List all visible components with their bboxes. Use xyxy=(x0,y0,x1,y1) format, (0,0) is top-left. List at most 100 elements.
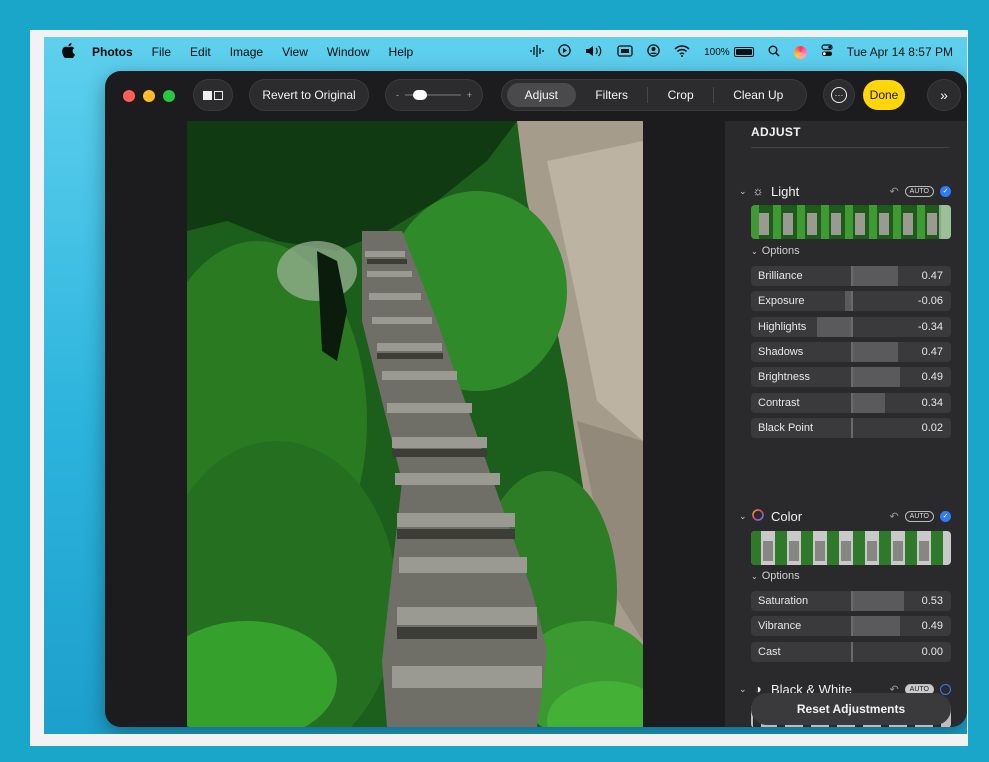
slider-center-line xyxy=(851,616,853,637)
slider-value: 0.53 xyxy=(921,595,943,607)
slider-fill xyxy=(817,316,851,337)
slider-value: 0.47 xyxy=(921,270,943,282)
compare-toggle-button[interactable] xyxy=(193,79,233,111)
bw-enabled-toggle-icon[interactable] xyxy=(940,683,951,695)
zoom-slider[interactable]: - + xyxy=(385,79,483,111)
control-center-icon[interactable] xyxy=(821,44,833,60)
color-auto-button[interactable]: AUTO xyxy=(904,510,934,522)
light-slider-shadows[interactable]: Shadows 0.47 xyxy=(751,341,951,362)
reset-adjustments-button[interactable]: Reset Adjustments xyxy=(751,693,951,725)
color-enabled-checkmark-icon[interactable]: ✓ xyxy=(940,510,951,522)
menu-bar: Photos File Edit Image View Window Help xyxy=(44,37,967,67)
tab-divider xyxy=(712,87,714,103)
light-options-toggle[interactable]: ⌄ Options xyxy=(751,245,800,257)
light-slider-contrast[interactable]: Contrast 0.34 xyxy=(751,392,951,413)
toggle-sidebar-button[interactable]: » xyxy=(927,79,961,111)
color-wheel-icon xyxy=(751,508,765,524)
before-square-icon xyxy=(203,90,212,100)
slider-center-line xyxy=(851,266,853,286)
color-slider-saturation[interactable]: Saturation 0.53 xyxy=(751,591,951,611)
slider-fill xyxy=(851,591,904,611)
menu-help[interactable]: Help xyxy=(389,45,414,59)
chevron-down-icon: ⌄ xyxy=(751,247,758,256)
slider-value: 0.00 xyxy=(921,645,943,658)
toolbar: Revert to Original - + Adjust Filters Cr… xyxy=(105,71,967,121)
light-slider-black-point[interactable]: Black Point 0.02 xyxy=(751,417,951,438)
color-slider-cast[interactable]: Cast 0.00 xyxy=(751,641,951,662)
slider-center-line xyxy=(851,417,853,438)
play-circle-icon[interactable] xyxy=(558,44,571,60)
more-options-button[interactable]: ··· xyxy=(823,79,855,111)
done-button[interactable]: Done xyxy=(863,80,905,110)
waveform-icon[interactable] xyxy=(530,44,544,60)
menu-view[interactable]: View xyxy=(282,45,308,59)
zoom-out-icon: - xyxy=(396,90,399,100)
menu-window[interactable]: Window xyxy=(327,45,370,59)
slider-label: Contrast xyxy=(758,396,800,409)
light-slider-brilliance[interactable]: Brilliance 0.47 xyxy=(751,266,951,286)
zoom-slider-track[interactable] xyxy=(405,90,461,100)
user-circle-icon[interactable] xyxy=(647,44,660,60)
slider-value: 0.47 xyxy=(921,345,943,358)
photo-canvas xyxy=(105,121,725,727)
menu-image[interactable]: Image xyxy=(230,45,263,59)
chevron-down-icon[interactable]: ⌄ xyxy=(739,511,751,522)
color-slider-vibrance[interactable]: Vibrance 0.49 xyxy=(751,616,951,637)
slider-label: Black Point xyxy=(758,421,814,434)
slider-center-line xyxy=(851,341,853,362)
color-thumbnail-strip[interactable] xyxy=(751,531,951,565)
edited-photo[interactable] xyxy=(187,121,643,727)
close-button[interactable] xyxy=(123,90,135,102)
slider-fill xyxy=(851,341,898,362)
slider-label: Brightness xyxy=(758,371,810,384)
slider-fill xyxy=(851,392,885,413)
chevron-down-icon[interactable]: ⌄ xyxy=(739,186,751,197)
tab-clean-up[interactable]: Clean Up xyxy=(715,83,801,107)
wifi-icon[interactable] xyxy=(674,44,690,60)
color-options-toggle[interactable]: ⌄ Options xyxy=(751,570,800,582)
apple-logo-icon[interactable] xyxy=(62,42,76,62)
menu-app-name[interactable]: Photos xyxy=(92,45,133,59)
light-thumbnail-strip[interactable] xyxy=(751,205,951,239)
light-slider-highlights[interactable]: Highlights -0.34 xyxy=(751,316,951,337)
photo-image xyxy=(187,121,643,727)
revert-to-original-button[interactable]: Revert to Original xyxy=(249,79,369,111)
undo-icon[interactable]: ↶ xyxy=(889,510,898,523)
chevron-right-double-icon: » xyxy=(940,87,948,103)
menu-edit[interactable]: Edit xyxy=(190,45,211,59)
volume-icon[interactable] xyxy=(585,45,603,60)
siri-icon[interactable] xyxy=(793,45,807,59)
tab-crop[interactable]: Crop xyxy=(650,83,712,107)
light-enabled-checkmark-icon[interactable]: ✓ xyxy=(940,185,951,197)
light-slider-brightness[interactable]: Brightness 0.49 xyxy=(751,367,951,388)
battery-indicator[interactable]: 100% xyxy=(704,47,754,58)
zoom-button[interactable] xyxy=(163,90,175,102)
search-icon[interactable] xyxy=(768,45,780,60)
slider-label: Shadows xyxy=(758,345,804,358)
slider-center-line xyxy=(851,392,853,413)
menu-clock[interactable]: Tue Apr 14 8:57 PM xyxy=(847,45,953,59)
undo-icon[interactable]: ↶ xyxy=(889,185,898,198)
tab-filters[interactable]: Filters xyxy=(577,83,646,107)
tab-adjust[interactable]: Adjust xyxy=(506,83,577,107)
slider-label: Vibrance xyxy=(758,620,802,633)
slider-center-line xyxy=(851,316,853,337)
panel-divider xyxy=(751,147,949,148)
light-slider-exposure[interactable]: Exposure -0.06 xyxy=(751,291,951,312)
zoom-slider-thumb[interactable] xyxy=(413,90,427,100)
photos-window: Revert to Original - + Adjust Filters Cr… xyxy=(105,71,967,727)
section-color-header[interactable]: ⌄ Color ↶ AUTO ✓ xyxy=(739,507,951,525)
slider-fill xyxy=(851,266,898,286)
battery-icon xyxy=(733,47,754,57)
chevron-down-icon[interactable]: ⌄ xyxy=(739,684,751,695)
minimize-button[interactable] xyxy=(143,90,155,102)
section-light-header[interactable]: ⌄ ☼ Light ↶ AUTO ✓ xyxy=(739,182,951,200)
slider-label: Saturation xyxy=(758,595,809,607)
display-icon[interactable] xyxy=(617,44,633,60)
menu-file[interactable]: File xyxy=(152,45,171,59)
slider-fill xyxy=(851,616,900,637)
slider-value: -0.06 xyxy=(917,295,943,308)
slider-center-line xyxy=(851,367,853,388)
light-auto-button[interactable]: AUTO xyxy=(904,185,934,197)
slider-value: 0.02 xyxy=(921,421,943,434)
